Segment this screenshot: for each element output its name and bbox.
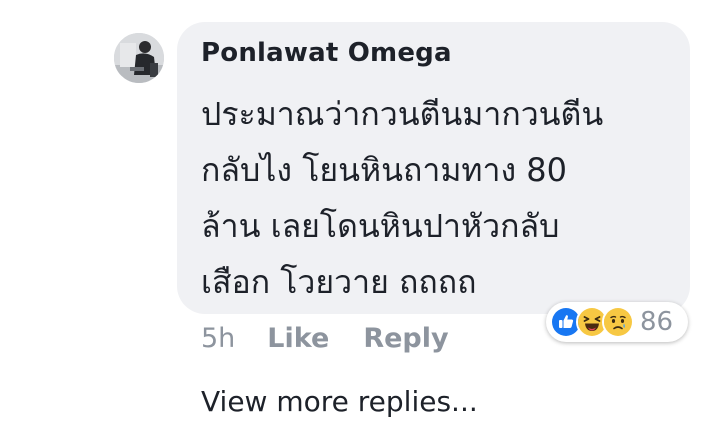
like-button[interactable]: Like <box>267 323 329 354</box>
comment-author-name[interactable]: Ponlawat Omega <box>201 38 452 68</box>
comment-text: ประมาณว่ากวนตีนมากวนตีน กลับไง โยนหินถาม… <box>201 86 671 310</box>
sad-icon <box>602 306 634 338</box>
comment-timestamp[interactable]: 5h <box>201 323 235 354</box>
reply-button[interactable]: Reply <box>363 323 448 354</box>
comment-actions: 5h Like Reply <box>201 318 449 358</box>
reactions-summary[interactable]: 86 <box>546 302 688 342</box>
reaction-count: 86 <box>640 307 674 337</box>
view-more-replies-link[interactable]: View more replies... <box>201 385 478 418</box>
comment-text-line: ล้าน เลยโดนหินปาหัวกลับ <box>201 207 560 245</box>
avatar[interactable] <box>114 33 164 83</box>
comment-thread: Ponlawat Omega ประมาณว่ากวนตีนมากวนตีน ก… <box>0 0 714 433</box>
profile-photo <box>114 33 164 83</box>
comment-text-line: กลับไง โยนหินถามทาง 80 <box>201 151 567 189</box>
comment-text-line: ประมาณว่ากวนตีนมากวนตีน <box>201 95 604 133</box>
